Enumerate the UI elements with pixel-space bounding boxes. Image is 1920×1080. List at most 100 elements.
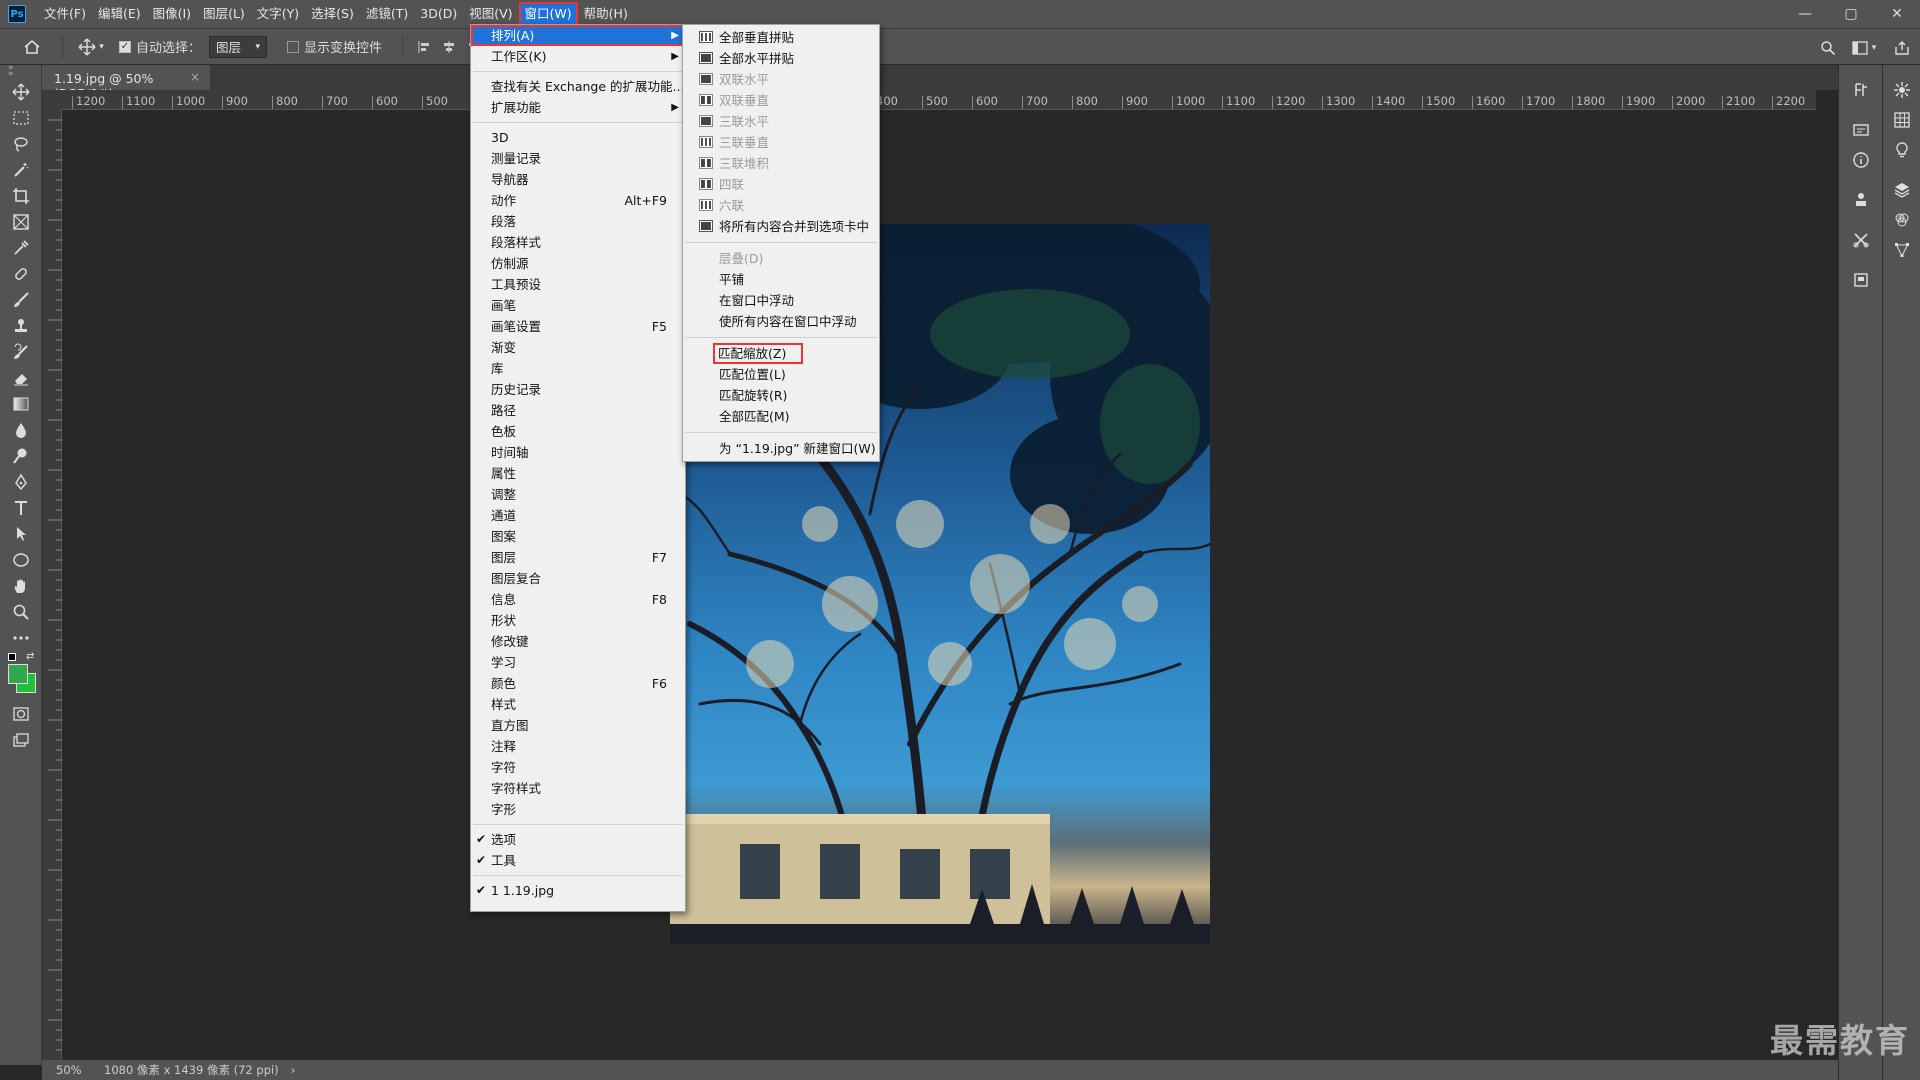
default-colors-icon[interactable] — [8, 653, 16, 661]
window-menu-item[interactable]: 形状 — [471, 610, 685, 631]
pen-tool-icon[interactable] — [0, 469, 42, 495]
window-menu-item[interactable]: 渐变 — [471, 337, 685, 358]
dodge-tool-icon[interactable] — [0, 443, 42, 469]
window-menu-item[interactable]: 历史记录 — [471, 379, 685, 400]
paths-panel-icon[interactable] — [1883, 235, 1920, 265]
learn-panel-icon[interactable] — [1883, 135, 1920, 165]
window-menu-item[interactable]: 扩展功能 ▶ — [471, 97, 685, 118]
lasso-tool-icon[interactable] — [0, 131, 42, 157]
auto-select-target-dropdown[interactable]: 图层 ▾ — [209, 35, 268, 58]
screen-mode-icon[interactable] — [0, 727, 42, 753]
minimize-button[interactable]: — — [1782, 0, 1828, 28]
window-menu-item[interactable]: 属性 — [471, 463, 685, 484]
window-menu-item[interactable]: 修改键 — [471, 631, 685, 652]
arrange-menu-item[interactable]: 全部垂直拼贴 — [683, 27, 879, 48]
status-arrow-icon[interactable]: › — [291, 1063, 296, 1077]
zoom-level[interactable]: 50% — [56, 1063, 100, 1077]
share-icon[interactable] — [1884, 40, 1920, 56]
window-menu-item[interactable]: 段落 — [471, 211, 685, 232]
auto-select-checkbox[interactable]: ✓ — [119, 40, 131, 53]
arrange-menu-item[interactable]: 匹配位置(L) — [683, 364, 879, 385]
window-menu-item[interactable]: 图层复合 — [471, 568, 685, 589]
window-menu-item[interactable]: 通道 — [471, 505, 685, 526]
window-menu-item[interactable]: 图案 — [471, 526, 685, 547]
window-menu-item[interactable]: 注释 — [471, 736, 685, 757]
gradient-tool-icon[interactable] — [0, 391, 42, 417]
foreground-color-swatch[interactable] — [8, 664, 28, 684]
window-menu-item[interactable]: 仿制源 — [471, 253, 685, 274]
window-menu-item[interactable]: 测量记录 — [471, 148, 685, 169]
history-panel-icon[interactable] — [1839, 75, 1882, 105]
more-tools-icon[interactable] — [0, 625, 42, 651]
swatches-panel-icon[interactable] — [1883, 105, 1920, 135]
window-menu-item[interactable]: 导航器 — [471, 169, 685, 190]
arrange-menu-item[interactable]: 匹配旋转(R) — [683, 385, 879, 406]
document-canvas[interactable] — [62, 110, 1816, 1060]
close-tab-icon[interactable]: × — [190, 70, 200, 84]
window-menu-item[interactable]: 画笔 — [471, 295, 685, 316]
frame-tool-icon[interactable] — [0, 209, 42, 235]
arrange-menu-item[interactable]: 在窗口中浮动 — [683, 290, 879, 311]
window-menu-item[interactable]: 信息 F8 — [471, 589, 685, 610]
window-menu-item[interactable]: 直方图 — [471, 715, 685, 736]
healing-brush-tool-icon[interactable] — [0, 261, 42, 287]
arrange-menu-item[interactable]: 全部匹配(M) — [683, 406, 879, 427]
close-window-button[interactable]: ✕ — [1874, 0, 1920, 28]
menu-6[interactable]: 滤镜(T) — [360, 2, 414, 26]
eyedropper-tool-icon[interactable] — [0, 235, 42, 261]
window-menu-item[interactable]: 时间轴 — [471, 442, 685, 463]
window-menu-item[interactable]: 字形 — [471, 799, 685, 820]
eraser-tool-icon[interactable] — [0, 365, 42, 391]
document-tab[interactable]: 1.19.jpg @ 50%(RGB/8#) × — [42, 65, 210, 101]
window-menu-item[interactable]: 画笔设置 F5 — [471, 316, 685, 337]
menu-9[interactable]: 窗口(W) — [518, 2, 578, 26]
window-menu-item[interactable]: 字符 — [471, 757, 685, 778]
align-left-icon[interactable] — [413, 40, 437, 54]
tool-presets-panel-icon[interactable] — [1839, 225, 1882, 255]
window-menu-item[interactable]: 排列(A) ▶ — [471, 25, 685, 46]
menu-2[interactable]: 图像(I) — [147, 2, 197, 26]
workspace-icon[interactable]: ▾ — [1844, 40, 1884, 55]
window-menu-item[interactable]: ✔ 1 1.19.jpg — [471, 880, 685, 901]
menu-4[interactable]: 文字(Y) — [251, 2, 305, 26]
arrange-menu-item[interactable]: 将所有内容合并到选项卡中 — [683, 216, 879, 237]
ellipse-tool-icon[interactable] — [0, 547, 42, 573]
align-center-icon[interactable] — [437, 40, 461, 54]
crop-tool-icon[interactable] — [0, 183, 42, 209]
window-menu-item[interactable]: 3D — [471, 127, 685, 148]
window-menu-item[interactable]: 色板 — [471, 421, 685, 442]
magic-wand-tool-icon[interactable] — [0, 157, 42, 183]
menu-1[interactable]: 编辑(E) — [92, 2, 147, 26]
menu-5[interactable]: 选择(S) — [305, 2, 360, 26]
marquee-tool-icon[interactable] — [0, 105, 42, 131]
menu-7[interactable]: 3D(D) — [414, 2, 463, 26]
window-menu-item[interactable]: 工具预设 — [471, 274, 685, 295]
home-icon[interactable] — [12, 38, 52, 56]
arrange-menu-item[interactable]: 全部水平拼贴 — [683, 48, 879, 69]
quick-mask-icon[interactable] — [0, 701, 42, 727]
search-icon[interactable] — [1812, 40, 1844, 56]
show-transform-checkbox[interactable] — [287, 40, 300, 53]
clone-source-panel-icon[interactable] — [1839, 185, 1882, 215]
swap-colors-icon[interactable]: ⇄ — [26, 651, 34, 662]
color-panel-icon[interactable] — [1883, 75, 1920, 105]
collapse-arrows-icon[interactable]: » — [8, 69, 14, 79]
window-menu-item[interactable]: 字符样式 — [471, 778, 685, 799]
path-selection-tool-icon[interactable] — [0, 521, 42, 547]
move-tool-icon[interactable] — [0, 79, 42, 105]
window-menu-item[interactable]: 段落样式 — [471, 232, 685, 253]
arrange-menu-item[interactable]: 为 “1.19.jpg” 新建窗口(W) — [683, 438, 879, 459]
clone-stamp-tool-icon[interactable] — [0, 313, 42, 339]
layers-panel-icon[interactable] — [1883, 175, 1920, 205]
window-menu-item[interactable]: ✔ 工具 — [471, 850, 685, 871]
window-menu-item[interactable]: 动作 Alt+F9 — [471, 190, 685, 211]
channels-panel-icon[interactable] — [1883, 205, 1920, 235]
info-panel-icon[interactable] — [1839, 145, 1882, 175]
window-menu-item[interactable]: 路径 — [471, 400, 685, 421]
arrange-menu-item[interactable]: 平铺 — [683, 269, 879, 290]
properties-panel-icon[interactable] — [1839, 115, 1882, 145]
menu-8[interactable]: 视图(V) — [463, 2, 518, 26]
chevron-down-icon[interactable]: ▾ — [99, 42, 104, 52]
arrange-menu-item[interactable]: 匹配缩放(Z) — [683, 343, 879, 364]
brush-tool-icon[interactable] — [0, 287, 42, 313]
